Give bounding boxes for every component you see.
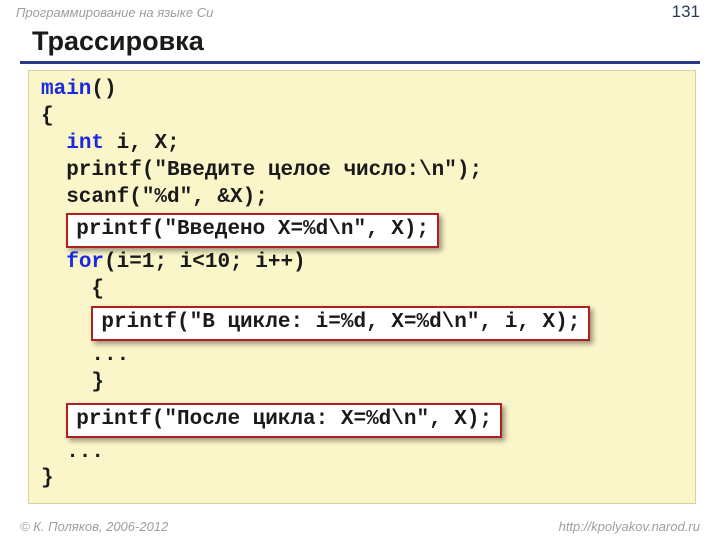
code-line: } bbox=[41, 466, 683, 493]
kw-for: for bbox=[66, 251, 104, 274]
code-line: printf("Введите целое число:\n"); bbox=[41, 158, 683, 185]
slide-header: Программирование на языке Си 131 bbox=[0, 0, 720, 24]
slide: Программирование на языке Си 131 Трассир… bbox=[0, 0, 720, 540]
code-line: main() bbox=[41, 77, 683, 104]
kw-int: int bbox=[66, 132, 104, 155]
code-line: } bbox=[41, 370, 683, 397]
code-text bbox=[41, 251, 66, 274]
slide-footer: © К. Поляков, 2006-2012 http://kpolyakov… bbox=[20, 519, 700, 534]
code-block: main() { int i, X; printf("Введите целое… bbox=[28, 70, 696, 504]
footer-url: http://kpolyakov.narod.ru bbox=[559, 519, 700, 534]
highlight-box: printf("В цикле: i=%d, X=%d\n", i, X); bbox=[91, 306, 590, 341]
page-number: 131 bbox=[672, 2, 700, 22]
highlight-box: printf("После цикла: X=%d\n", X); bbox=[66, 403, 502, 438]
code-line: ... bbox=[41, 440, 683, 467]
code-text: i, X; bbox=[104, 132, 180, 155]
copyright: © К. Поляков, 2006-2012 bbox=[20, 519, 168, 534]
code-line: int i, X; bbox=[41, 131, 683, 158]
code-line: printf("В цикле: i=%d, X=%d\n", i, X); bbox=[41, 304, 683, 343]
kw-main: main bbox=[41, 78, 91, 101]
code-line: { bbox=[41, 277, 683, 304]
highlight-box: printf("Введено X=%d\n", X); bbox=[66, 213, 439, 248]
course-title: Программирование на языке Си bbox=[16, 5, 213, 20]
code-line: printf("Введено X=%d\n", X); bbox=[41, 211, 683, 250]
code-text bbox=[41, 132, 66, 155]
code-text: () bbox=[91, 78, 116, 101]
code-line: scanf("%d", &X); bbox=[41, 185, 683, 212]
slide-title: Трассировка bbox=[0, 24, 720, 59]
code-line: for(i=1; i<10; i++) bbox=[41, 250, 683, 277]
code-line: ... bbox=[41, 343, 683, 370]
code-text: (i=1; i<10; i++) bbox=[104, 251, 306, 274]
code-line: { bbox=[41, 104, 683, 131]
title-divider bbox=[20, 61, 700, 64]
code-line: printf("После цикла: X=%d\n", X); bbox=[41, 401, 683, 440]
